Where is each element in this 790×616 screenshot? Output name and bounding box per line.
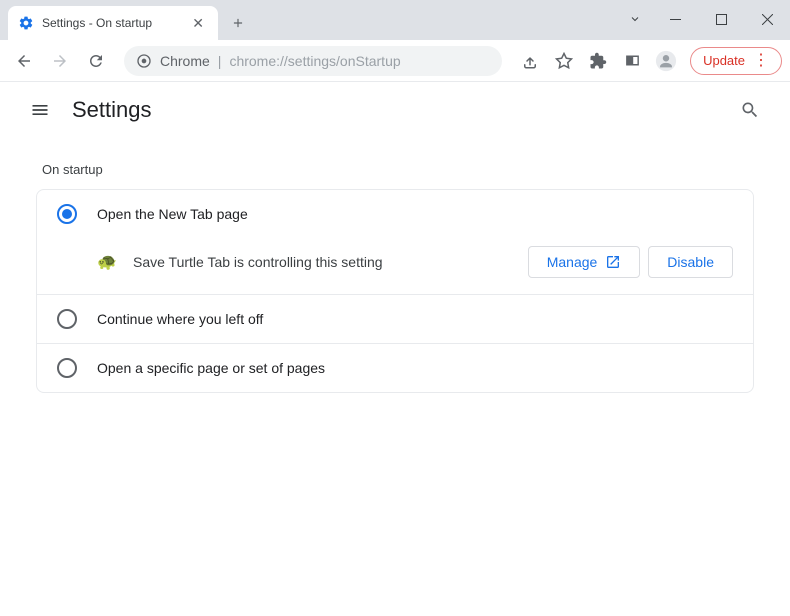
side-panel-icon[interactable] xyxy=(616,45,648,77)
extensions-icon[interactable] xyxy=(582,45,614,77)
radio-specific[interactable] xyxy=(57,358,77,378)
controlled-by-text: Save Turtle Tab is controlling this sett… xyxy=(133,254,520,270)
update-label: Update xyxy=(703,53,745,68)
tab-title: Settings - On startup xyxy=(42,16,152,30)
option-continue[interactable]: Continue where you left off xyxy=(37,295,753,343)
titlebar: Settings - On startup ✕ xyxy=(0,0,790,40)
menu-button[interactable] xyxy=(20,90,60,130)
disable-button[interactable]: Disable xyxy=(648,246,733,278)
turtle-icon: 🐢 xyxy=(97,252,117,272)
new-tab-button[interactable] xyxy=(224,9,252,37)
menu-icon: ⋮ xyxy=(753,53,769,69)
omnibox-host: Chrome xyxy=(160,53,210,69)
chevron-down-icon[interactable] xyxy=(618,0,652,38)
maximize-button[interactable] xyxy=(698,0,744,38)
settings-header: Settings xyxy=(0,82,790,138)
search-button[interactable] xyxy=(730,90,770,130)
disable-label: Disable xyxy=(667,254,714,270)
option-specific[interactable]: Open a specific page or set of pages xyxy=(37,344,753,392)
browser-tab[interactable]: Settings - On startup ✕ xyxy=(8,6,218,40)
share-icon[interactable] xyxy=(514,45,546,77)
omnibox-path: chrome://settings/onStartup xyxy=(229,53,400,69)
option-label: Open a specific page or set of pages xyxy=(97,360,325,376)
bookmark-icon[interactable] xyxy=(548,45,580,77)
radio-new-tab[interactable] xyxy=(57,204,77,224)
forward-button[interactable] xyxy=(44,45,76,77)
close-icon[interactable]: ✕ xyxy=(188,13,208,34)
update-button[interactable]: Update ⋮ xyxy=(690,47,782,75)
controlled-by-row: 🐢 Save Turtle Tab is controlling this se… xyxy=(37,238,753,294)
window-controls xyxy=(618,0,790,38)
minimize-button[interactable] xyxy=(652,0,698,38)
address-bar[interactable]: Chrome | chrome://settings/onStartup xyxy=(124,46,502,76)
gear-icon xyxy=(18,15,34,31)
page-title: Settings xyxy=(72,97,152,123)
section-title: On startup xyxy=(0,138,790,189)
open-external-icon xyxy=(605,254,621,270)
radio-continue[interactable] xyxy=(57,309,77,329)
profile-icon[interactable] xyxy=(650,45,682,77)
option-new-tab[interactable]: Open the New Tab page xyxy=(37,190,753,238)
startup-options-card: Open the New Tab page 🐢 Save Turtle Tab … xyxy=(36,189,754,393)
manage-label: Manage xyxy=(547,254,598,270)
reload-button[interactable] xyxy=(80,45,112,77)
toolbar-actions: Update ⋮ xyxy=(514,45,782,77)
chrome-icon xyxy=(136,53,152,69)
manage-button[interactable]: Manage xyxy=(528,246,641,278)
toolbar: Chrome | chrome://settings/onStartup Upd… xyxy=(0,40,790,82)
back-button[interactable] xyxy=(8,45,40,77)
close-button[interactable] xyxy=(744,0,790,38)
option-label: Open the New Tab page xyxy=(97,206,248,222)
content-area: Settings On startup Open the New Tab pag… xyxy=(0,82,790,616)
option-label: Continue where you left off xyxy=(97,311,263,327)
